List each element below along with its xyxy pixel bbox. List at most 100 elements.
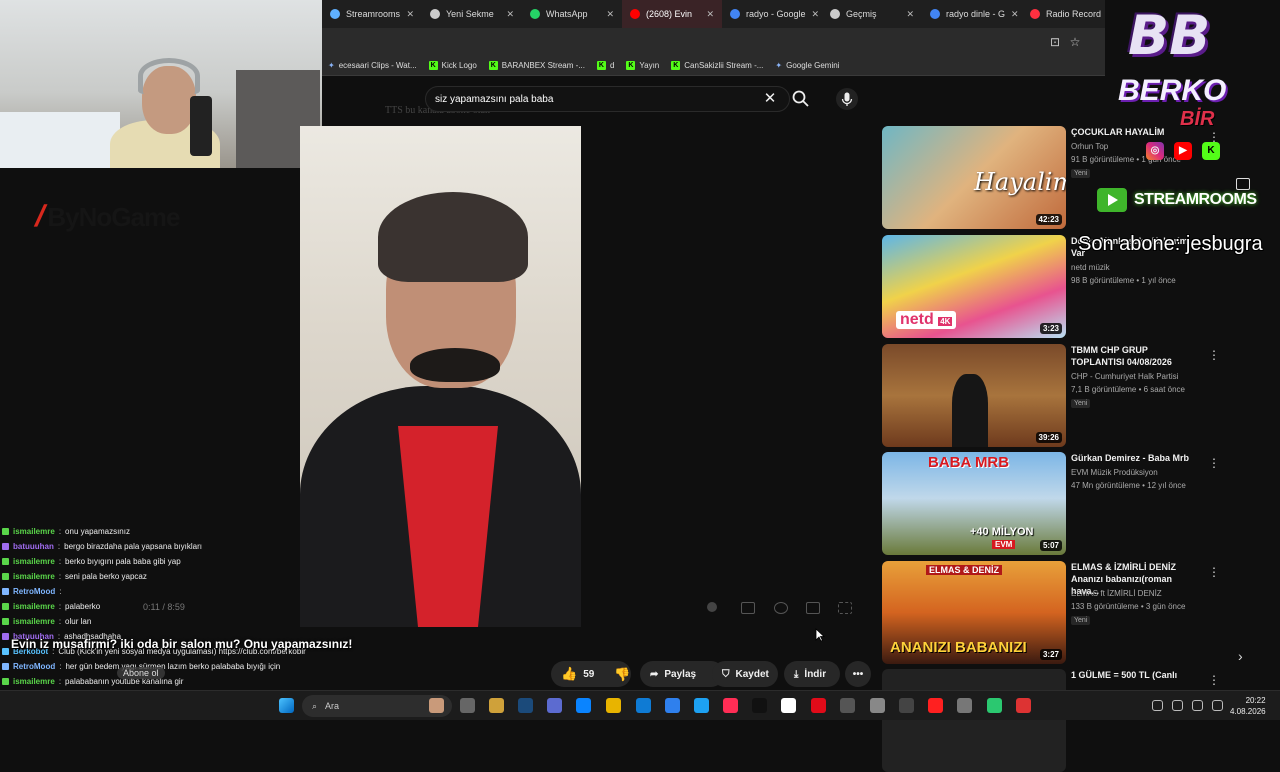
taskbar-app-icon[interactable] [870, 698, 885, 713]
tab-close-icon[interactable]: ✕ [906, 9, 914, 20]
taskbar-app-icon[interactable] [752, 698, 767, 713]
chat-username[interactable]: batuuuhan [13, 542, 54, 551]
like-button[interactable]: 👍 59 [561, 666, 594, 682]
taskbar-app-icon[interactable] [429, 698, 444, 713]
browser-tab[interactable]: WhatsApp ✕ [522, 0, 622, 28]
windows-taskbar: ⌕ Ara 20:22 4.08.2026 [0, 690, 1280, 720]
bookmark-item[interactable]: K Yayın [626, 61, 659, 70]
taskbar-app-icon[interactable] [489, 698, 504, 713]
more-actions-button[interactable]: ••• [845, 661, 871, 687]
taskbar-app-icon[interactable] [665, 698, 680, 713]
chat-username[interactable]: ismailemre [13, 617, 55, 626]
taskbar-app-icon[interactable] [957, 698, 972, 713]
bookmark-label: BARANBEX Stream -... [501, 61, 585, 70]
system-tray-icon[interactable] [1212, 700, 1223, 711]
microphone-icon[interactable] [836, 88, 858, 110]
system-tray-icon[interactable] [1172, 700, 1183, 711]
tab-close-icon[interactable]: ✕ [812, 9, 820, 20]
bookmark-item[interactable]: K Kick Logo [428, 61, 477, 70]
tab-close-icon[interactable]: ✕ [406, 9, 414, 20]
taskbar-app-icon[interactable] [840, 698, 855, 713]
channel-name[interactable]: netd müzik [1071, 263, 1110, 272]
tab-close-icon[interactable]: ✕ [606, 9, 614, 20]
video-thumbnail[interactable]: 39:26 [882, 344, 1066, 447]
browser-tab[interactable]: Geçmiş ✕ [822, 0, 922, 28]
video-title[interactable]: Gürkan Demirez - Baba Mrb [1071, 452, 1201, 464]
windows-start-icon[interactable] [279, 698, 294, 713]
taskbar-app-icon[interactable] [606, 698, 621, 713]
search-input[interactable]: siz yapamazsını pala baba [425, 86, 790, 112]
chat-username[interactable]: RetroMood [13, 587, 55, 596]
video-title[interactable]: 1 GÜLME = 500 TL (Canlı [1071, 669, 1201, 681]
taskbar-app-icon[interactable] [547, 698, 562, 713]
install-app-icon[interactable]: ⊡ [1048, 35, 1062, 49]
browser-tab[interactable]: Yeni Sekme ✕ [422, 0, 522, 28]
browser-tab[interactable]: radyo dinle - G ✕ [922, 0, 1022, 28]
video-title[interactable]: TBMM CHP GRUP TOPLANTISI 04/08/2026 [1071, 344, 1201, 368]
fullscreen-icon[interactable] [838, 602, 852, 614]
chat-username[interactable]: ismailemre [13, 557, 55, 566]
download-button[interactable]: ⤓ İndir [784, 661, 840, 687]
tab-close-icon[interactable]: ✕ [1011, 9, 1019, 20]
chat-username[interactable]: ismailemre [13, 527, 55, 536]
taskbar-app-icon[interactable] [781, 698, 796, 713]
channel-name[interactable]: ELMAS ft İZMİRLİ DENİZ [1071, 589, 1162, 598]
taskbar-app-icon[interactable] [987, 698, 1002, 713]
video-duration: 42:23 [1035, 214, 1062, 225]
autoplay-icon[interactable] [707, 602, 717, 612]
subtitles-icon[interactable] [741, 602, 755, 614]
taskbar-app-icon[interactable] [1016, 698, 1031, 713]
taskbar-app-icon[interactable] [928, 698, 943, 713]
chat-username[interactable]: ismailemre [13, 677, 55, 686]
tab-close-icon[interactable]: ✕ [706, 9, 714, 20]
chat-username[interactable]: ismailemre [13, 602, 55, 611]
video-thumbnail[interactable]: netd 4K 3:23 [882, 235, 1066, 338]
taskbar-app-icon[interactable] [576, 698, 591, 713]
system-tray-icon[interactable] [1152, 700, 1163, 711]
taskbar-app-icon[interactable] [899, 698, 914, 713]
browser-tab[interactable]: radyo - Google ✕ [722, 0, 822, 28]
taskbar-app-icon[interactable] [694, 698, 709, 713]
miniplayer-icon[interactable] [806, 602, 820, 614]
system-tray-icon[interactable] [1192, 700, 1203, 711]
chat-username[interactable]: ismailemre [13, 572, 55, 581]
close-icon[interactable]: ✕ [762, 90, 778, 108]
channel-name[interactable]: Orhun Top [1071, 142, 1108, 151]
chat-username[interactable]: RetroMood [13, 662, 55, 671]
taskbar-app-icon[interactable] [518, 698, 533, 713]
taskbar-app-icon[interactable] [723, 698, 738, 713]
main-video[interactable] [300, 126, 581, 627]
more-vert-icon[interactable]: ⋮ [1208, 673, 1220, 687]
video-thumbnail[interactable]: ELMAS & DENİZ ANANIZI BABANIZI 3:27 [882, 561, 1066, 664]
more-vert-icon[interactable]: ⋮ [1208, 456, 1220, 470]
bookmark-item[interactable]: K BARANBEX Stream -... [488, 61, 585, 70]
more-vert-icon[interactable]: ⋮ [1208, 348, 1220, 362]
save-button[interactable]: ⛉ Kaydet [712, 661, 778, 687]
taskbar-app-icon[interactable] [460, 698, 475, 713]
tab-close-icon[interactable]: ✕ [506, 9, 514, 20]
video-thumbnail[interactable]: Hayalim 42:23 [882, 126, 1066, 229]
dislike-button[interactable]: 👍 [614, 666, 630, 682]
bookmark-item[interactable]: ✦ ecesaari Clips - Wat... [328, 61, 417, 70]
browser-tab[interactable]: (2608) Evin ✕ [622, 0, 722, 28]
browser-tab[interactable]: Radio Record ✕ [1022, 0, 1105, 28]
more-vert-icon[interactable]: ⋮ [1208, 565, 1220, 579]
search-icon[interactable] [790, 88, 812, 110]
bookmark-item[interactable]: ✦ Google Gemini [775, 61, 839, 70]
settings-icon[interactable] [774, 602, 788, 614]
bookmark-item[interactable]: K CanSakizlii Stream -... [671, 61, 763, 70]
subscribe-chip[interactable]: Abone ol [117, 667, 165, 679]
bookmark-label: CanSakizlii Stream -... [684, 61, 764, 70]
browser-tab[interactable]: Streamrooms ✕ [322, 0, 422, 28]
channel-name[interactable]: EVM Müzik Prodüksiyon [1071, 468, 1158, 477]
bookmark-star-icon[interactable]: ☆ [1068, 35, 1082, 49]
video-thumbnail[interactable]: BABA MRB +40 MİLYON EVM 5:07 [882, 452, 1066, 555]
taskbar-app-icon[interactable] [811, 698, 826, 713]
bookmark-item[interactable]: Kd [596, 61, 614, 70]
clock-time: 20:22 [1245, 696, 1266, 705]
video-thumbnail[interactable] [882, 669, 1066, 772]
like-count: 59 [583, 668, 595, 680]
taskbar-app-icon[interactable] [636, 698, 651, 713]
chevron-right-icon[interactable]: › [1238, 648, 1243, 664]
channel-name[interactable]: CHP - Cumhuriyet Halk Partisi [1071, 372, 1178, 381]
